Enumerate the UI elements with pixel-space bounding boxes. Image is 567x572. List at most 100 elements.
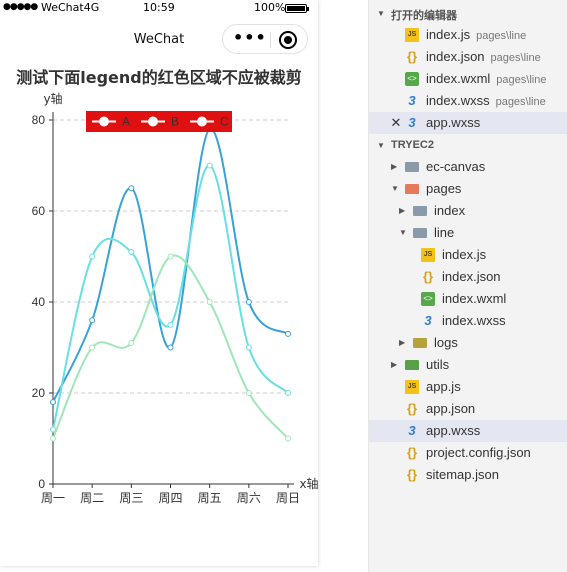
- legend-marker: [99, 116, 109, 127]
- data-point-B: [285, 390, 291, 396]
- phone-simulator: ●●●●● WeChat4G 10:59 100% WeChat ••• 测试下…: [0, 0, 318, 566]
- project-header[interactable]: ▼ TRYEC2: [369, 135, 567, 157]
- data-point-C: [89, 344, 96, 351]
- data-point-C: [50, 435, 56, 442]
- x-tick-label: 周一: [41, 491, 65, 505]
- legend-label: B: [171, 115, 179, 129]
- battery-icon: [285, 4, 309, 13]
- data-point-B: [128, 248, 135, 255]
- legend-label: C: [220, 115, 229, 129]
- y-tick-label: 60: [32, 204, 46, 218]
- tree-file-active[interactable]: 3 app.wxss: [369, 420, 567, 442]
- tree-file[interactable]: {} sitemap.json: [369, 464, 567, 486]
- chevron-down-icon: ▼: [391, 184, 399, 193]
- folder-open-icon: [405, 184, 419, 194]
- y-tick-label: 20: [32, 386, 46, 400]
- more-dots-icon[interactable]: •••: [233, 29, 267, 47]
- x-tick-label: 周五: [198, 491, 222, 505]
- chevron-right-icon: ▶: [391, 360, 398, 369]
- tree-file[interactable]: {} app.json: [369, 398, 567, 420]
- tree-folder[interactable]: ▼ pages: [369, 178, 567, 200]
- carrier-label: WeChat4G: [41, 1, 100, 14]
- close-icon[interactable]: ✕: [389, 116, 403, 130]
- y-axis-label: y轴: [43, 91, 62, 106]
- folder-icon: [413, 338, 427, 348]
- wxss-file-icon: 3: [408, 115, 416, 130]
- open-editor-item[interactable]: {} index.json pages\line: [369, 46, 567, 68]
- tree-folder[interactable]: ▼ line: [369, 222, 567, 244]
- data-point-A: [50, 399, 56, 406]
- x-tick-label: 周二: [80, 491, 104, 505]
- open-editor-item[interactable]: 3 index.wxss pages\line: [369, 90, 567, 112]
- data-point-C: [167, 253, 174, 260]
- js-file-icon: JS: [405, 28, 419, 42]
- battery-percent: 100%: [254, 1, 286, 14]
- y-tick-label: 40: [32, 295, 46, 309]
- data-point-A: [167, 344, 174, 351]
- chevron-right-icon: ▶: [399, 206, 406, 215]
- data-point-A: [245, 299, 252, 305]
- tree-folder[interactable]: ▶ ec-canvas: [369, 156, 567, 178]
- data-point-B: [50, 426, 56, 433]
- wxss-file-icon: 3: [408, 93, 416, 108]
- js-file-icon: JS: [421, 248, 435, 262]
- legend-label: A: [122, 115, 130, 129]
- legend-marker: [197, 116, 207, 127]
- folder-icon: [413, 206, 427, 216]
- open-editor-item-active[interactable]: ✕ 3 app.wxss: [369, 112, 567, 134]
- folder-icon: [405, 162, 419, 172]
- navigation-bar: WeChat •••: [0, 20, 318, 58]
- legend-marker: [148, 116, 158, 127]
- folder-open-icon: [413, 228, 427, 238]
- y-tick-label: 80: [32, 113, 46, 127]
- signal-icon: ●●●●●: [3, 2, 38, 12]
- clock: 10:59: [143, 1, 175, 14]
- folder-icon: [405, 360, 419, 370]
- data-point-A: [128, 185, 135, 192]
- x-tick-label: 周六: [237, 491, 261, 505]
- x-tick-label: 周三: [119, 491, 143, 505]
- data-point-A: [285, 330, 291, 337]
- capsule-menu: •••: [222, 24, 308, 54]
- data-point-B: [245, 344, 252, 351]
- tree-file[interactable]: 3 index.wxss: [369, 310, 567, 332]
- x-axis-label: x轴: [299, 476, 318, 491]
- data-point-C: [206, 299, 213, 305]
- record-close-icon[interactable]: [279, 31, 297, 49]
- chevron-right-icon: ▶: [399, 338, 406, 347]
- tree-file[interactable]: {} project.config.json: [369, 442, 567, 464]
- data-point-C: [285, 435, 291, 442]
- open-editor-item[interactable]: JS index.js pages\line: [369, 24, 567, 46]
- status-bar: ●●●●● WeChat4G 10:59 100%: [0, 0, 318, 18]
- json-file-icon: {}: [406, 401, 418, 416]
- tree-file[interactable]: <> index.wxml: [369, 288, 567, 310]
- data-point-B: [167, 321, 174, 328]
- data-point-C: [128, 339, 135, 346]
- wxml-file-icon: <>: [405, 72, 419, 86]
- tree-folder[interactable]: ▶ utils: [369, 354, 567, 376]
- wxss-file-icon: 3: [408, 423, 416, 438]
- tree-file[interactable]: JS index.js: [369, 244, 567, 266]
- js-file-icon: JS: [405, 380, 419, 394]
- json-file-icon: {}: [406, 445, 418, 460]
- json-file-icon: {}: [406, 467, 418, 482]
- capsule-divider: [270, 32, 271, 48]
- chevron-down-icon: ▼: [377, 141, 385, 150]
- data-point-C: [245, 390, 252, 396]
- chevron-down-icon: ▼: [399, 228, 407, 237]
- wxml-file-icon: <>: [421, 292, 435, 306]
- file-explorer: ▼ 打开的编辑器 JS index.js pages\line {} index.…: [368, 0, 567, 572]
- data-point-B: [206, 162, 213, 169]
- data-point-A: [89, 317, 96, 324]
- open-editors-header[interactable]: ▼ 打开的编辑器: [369, 3, 567, 25]
- tree-file[interactable]: JS app.js: [369, 376, 567, 398]
- line-chart: 0 20 40 60 80 周一 周二 周三 周四 周五 周六 周日 y轴 x轴 A B C: [32, 91, 318, 505]
- tree-folder[interactable]: ▶ index: [369, 200, 567, 222]
- open-editor-item[interactable]: <> index.wxml pages\line: [369, 68, 567, 90]
- json-file-icon: {}: [406, 49, 418, 64]
- tree-folder[interactable]: ▶ logs: [369, 332, 567, 354]
- json-file-icon: {}: [422, 269, 434, 284]
- tree-file[interactable]: {} index.json: [369, 266, 567, 288]
- y-tick-label: 0: [38, 477, 45, 491]
- x-tick-label: 周日: [276, 491, 300, 505]
